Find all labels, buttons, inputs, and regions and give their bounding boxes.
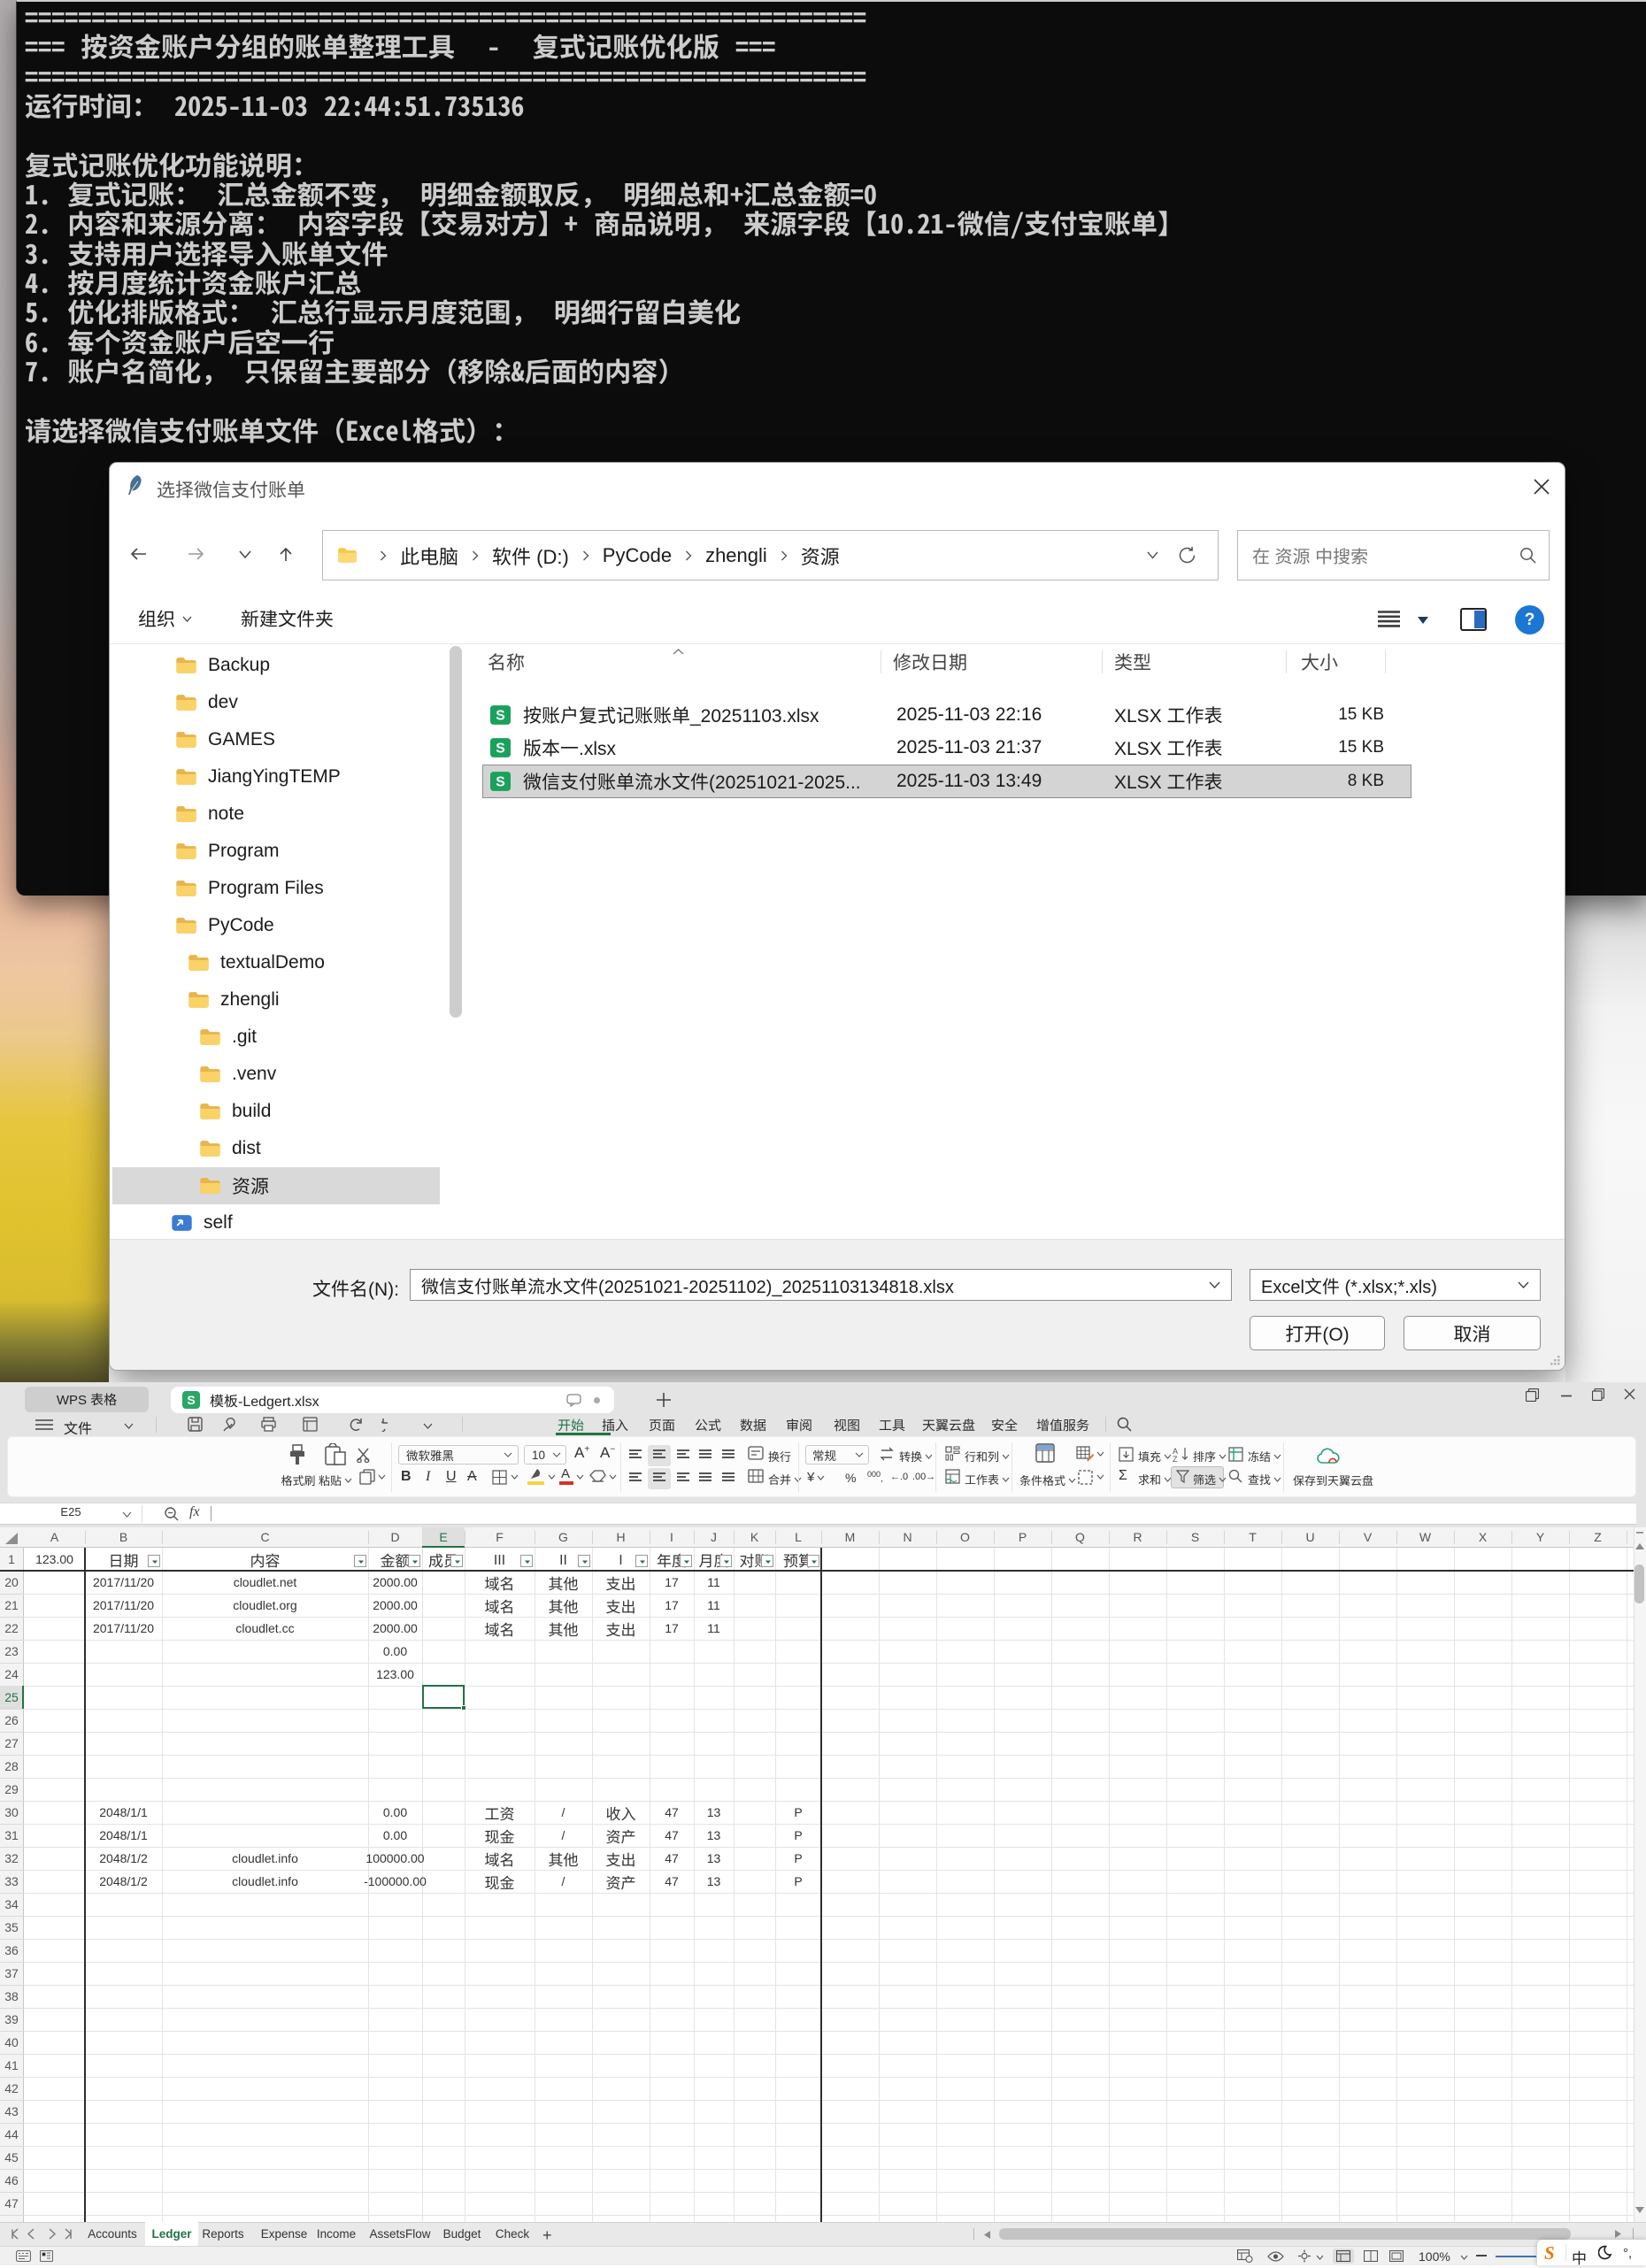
svg-text:S: S [496, 741, 504, 756]
svg-text:S: S [496, 774, 504, 789]
svg-text:Z: Z [1173, 1455, 1178, 1462]
svg-text:S: S [496, 708, 504, 723]
